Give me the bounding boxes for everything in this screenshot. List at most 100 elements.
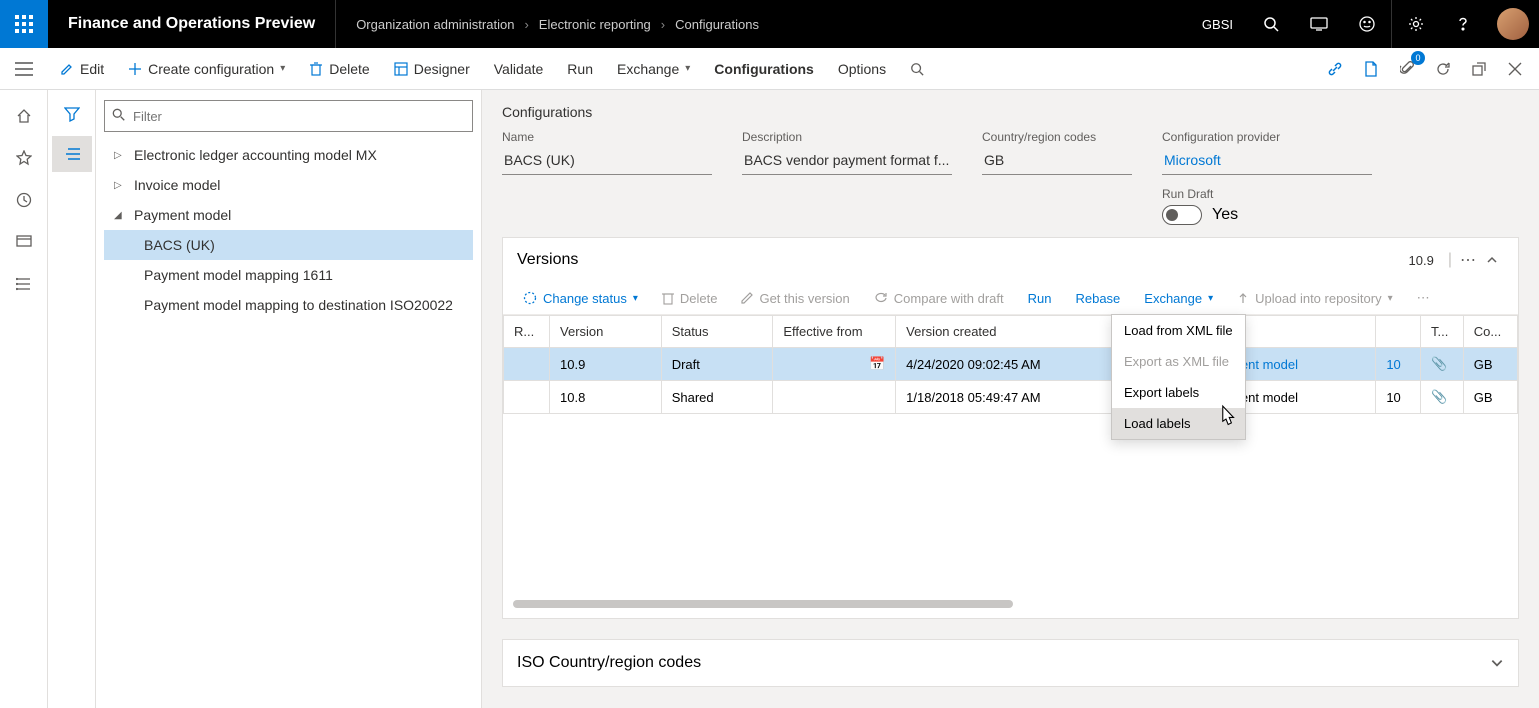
name-value[interactable]: BACS (UK) xyxy=(502,148,712,175)
country-label: Country/region codes xyxy=(982,130,1132,144)
change-status-button[interactable]: Change status▾ xyxy=(513,287,648,310)
tree-label: Invoice model xyxy=(134,177,220,193)
refresh-icon[interactable] xyxy=(1427,53,1459,85)
cell-version: 10.8 xyxy=(550,381,662,414)
home-icon[interactable] xyxy=(4,98,44,134)
tree-item[interactable]: ◢Payment model xyxy=(104,200,473,230)
upload-repo-button[interactable]: Upload into repository▾ xyxy=(1227,287,1403,310)
close-icon[interactable] xyxy=(1499,53,1531,85)
validate-label: Validate xyxy=(494,61,544,77)
col-basenum[interactable] xyxy=(1376,316,1421,348)
export-labels-item[interactable]: Export labels xyxy=(1112,377,1245,408)
validate-button[interactable]: Validate xyxy=(482,48,556,89)
star-icon[interactable] xyxy=(4,140,44,176)
edit-button[interactable]: Edit xyxy=(48,48,116,89)
versions-table: R... Version Status Effective from Versi… xyxy=(503,315,1518,414)
tree-item[interactable]: ▷Invoice model xyxy=(104,170,473,200)
get-version-button[interactable]: Get this version xyxy=(731,287,859,310)
rundraft-toggle[interactable] xyxy=(1162,205,1202,225)
cell-version: 10.9 xyxy=(550,348,662,381)
col-co[interactable]: Co... xyxy=(1463,316,1517,348)
more-icon[interactable]: ⋯ xyxy=(1456,248,1480,272)
chevron-down-icon: ▾ xyxy=(1388,293,1393,304)
compare-button[interactable]: Compare with draft xyxy=(864,287,1014,310)
cell-effective[interactable]: 📅 xyxy=(773,348,896,381)
table-row[interactable]: 10.9 Draft 📅 4/24/2020 09:02:45 AM Payme… xyxy=(504,348,1518,381)
tree-item-selected[interactable]: BACS (UK) xyxy=(104,230,473,260)
gear-icon[interactable] xyxy=(1391,0,1439,48)
tree-item[interactable]: ▷Electronic ledger accounting model MX xyxy=(104,140,473,170)
page-icon[interactable] xyxy=(1355,53,1387,85)
breadcrumb: Organization administration › Electronic… xyxy=(336,17,759,32)
configurations-tab[interactable]: Configurations xyxy=(702,48,826,89)
device-icon[interactable] xyxy=(1295,0,1343,48)
rebase-button[interactable]: Rebase xyxy=(1065,287,1130,310)
desc-value[interactable]: BACS vendor payment format f... xyxy=(742,148,952,175)
chevron-down-icon xyxy=(1490,656,1504,670)
create-config-button[interactable]: Create configuration▾ xyxy=(116,48,297,89)
list-icon[interactable] xyxy=(52,136,92,172)
version-run-button[interactable]: Run xyxy=(1018,287,1062,310)
cell-co: GB xyxy=(1463,348,1517,381)
breadcrumb-item[interactable]: Electronic reporting xyxy=(539,17,651,32)
chevron-right-icon: › xyxy=(661,17,665,32)
iso-accordion[interactable]: ISO Country/region codes xyxy=(502,639,1519,687)
attachment-icon[interactable]: 📎 xyxy=(1420,381,1463,414)
link-icon[interactable] xyxy=(1319,53,1351,85)
attachment-icon[interactable]: 📎 xyxy=(1420,348,1463,381)
country-value[interactable]: GB xyxy=(982,148,1132,175)
version-exchange-button[interactable]: Exchange▾ xyxy=(1134,287,1223,310)
company-selector[interactable]: GBSI xyxy=(1188,17,1247,32)
breadcrumb-item[interactable]: Configurations xyxy=(675,17,759,32)
header-actions: GBSI xyxy=(1188,0,1539,48)
main-content: Configurations Name BACS (UK) Descriptio… xyxy=(482,90,1539,708)
col-effective[interactable]: Effective from xyxy=(773,316,896,348)
options-tab[interactable]: Options xyxy=(826,48,898,89)
help-icon[interactable] xyxy=(1439,0,1487,48)
calendar-icon[interactable]: 📅 xyxy=(869,356,885,372)
popout-icon[interactable] xyxy=(1463,53,1495,85)
waffle-button[interactable] xyxy=(0,0,48,48)
more-button[interactable]: ⋯ xyxy=(1407,286,1440,310)
col-created[interactable]: Version created xyxy=(896,316,1131,348)
tree-item[interactable]: Payment model mapping to destination ISO… xyxy=(104,290,473,320)
col-t[interactable]: T... xyxy=(1420,316,1463,348)
change-status-label: Change status xyxy=(543,291,627,306)
col-version[interactable]: Version xyxy=(550,316,662,348)
designer-button[interactable]: Designer xyxy=(382,48,482,89)
search-command-button[interactable] xyxy=(898,48,936,89)
run-label: Run xyxy=(567,61,593,77)
filter-icon[interactable] xyxy=(52,96,92,132)
provider-value[interactable]: Microsoft xyxy=(1162,148,1372,175)
chevron-down-icon: ◢ xyxy=(114,210,126,221)
breadcrumb-item[interactable]: Organization administration xyxy=(356,17,514,32)
cell-basenum[interactable]: 10 xyxy=(1376,348,1421,381)
delete-button[interactable]: Delete xyxy=(297,48,381,89)
tree-label: BACS (UK) xyxy=(144,237,215,253)
table-row[interactable]: 10.8 Shared 1/18/2018 05:49:47 AM KB4...… xyxy=(504,381,1518,414)
attachments-icon[interactable] xyxy=(1391,53,1423,85)
load-xml-item[interactable]: Load from XML file xyxy=(1112,315,1245,346)
smiley-icon[interactable] xyxy=(1343,0,1391,48)
recent-icon[interactable] xyxy=(4,182,44,218)
modules-icon[interactable] xyxy=(4,266,44,302)
tree-item[interactable]: Payment model mapping 1611 xyxy=(104,260,473,290)
col-r[interactable]: R... xyxy=(504,316,550,348)
chevron-right-icon: ▷ xyxy=(114,150,126,161)
user-avatar[interactable] xyxy=(1497,8,1529,40)
cell-co: GB xyxy=(1463,381,1517,414)
cell-status: Draft xyxy=(661,348,773,381)
workspace-icon[interactable] xyxy=(4,224,44,260)
nav-toggle-button[interactable] xyxy=(0,48,48,90)
col-status[interactable]: Status xyxy=(661,316,773,348)
version-delete-button[interactable]: Delete xyxy=(652,287,728,310)
load-labels-item[interactable]: Load labels xyxy=(1112,408,1245,439)
collapse-icon[interactable] xyxy=(1480,248,1504,272)
exchange-button[interactable]: Exchange▾ xyxy=(605,48,702,89)
filter-input[interactable] xyxy=(104,100,473,132)
search-icon[interactable] xyxy=(1247,0,1295,48)
cell-status: Shared xyxy=(661,381,773,414)
cell-effective[interactable] xyxy=(773,381,896,414)
horizontal-scrollbar[interactable] xyxy=(513,600,1013,608)
run-button[interactable]: Run xyxy=(555,48,605,89)
